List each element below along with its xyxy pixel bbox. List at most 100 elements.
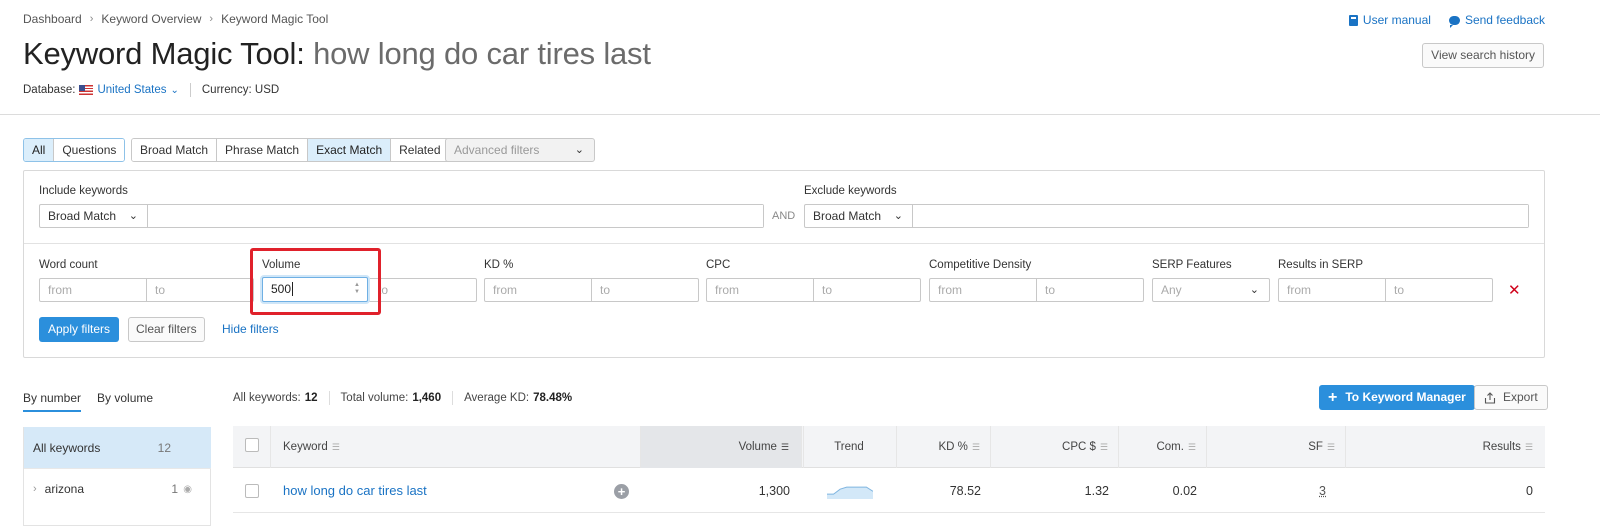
- exclude-keywords-input[interactable]: [913, 205, 1528, 227]
- hide-filters-link[interactable]: Hide filters: [222, 322, 279, 336]
- kd-to[interactable]: [591, 279, 698, 301]
- select-all-cell: [233, 426, 271, 468]
- include-keywords-input[interactable]: [148, 205, 763, 227]
- results-in-serp-label: Results in SERP: [1278, 259, 1364, 271]
- col-com[interactable]: Com. ☰: [1119, 426, 1207, 468]
- results-to[interactable]: [1385, 279, 1492, 301]
- to-keyword-manager-button[interactable]: + To Keyword Manager: [1319, 385, 1475, 410]
- serp-features-value: Any: [1161, 283, 1182, 297]
- chevron-down-icon: ⌄: [1249, 284, 1259, 296]
- database-value: United States: [97, 84, 167, 96]
- tab-by-number[interactable]: By number: [23, 391, 82, 412]
- serp-features-select[interactable]: Any ⌄: [1152, 278, 1270, 302]
- comp-density-to[interactable]: [1036, 279, 1143, 301]
- chevron-right-icon[interactable]: ›: [33, 483, 37, 495]
- kd-from[interactable]: [485, 279, 591, 301]
- word-count-label: Word count: [39, 259, 98, 271]
- col-label: Volume: [738, 441, 777, 454]
- col-sf[interactable]: SF ☰: [1207, 426, 1346, 468]
- divider: [328, 391, 330, 405]
- chevron-down-icon: ⌄: [893, 210, 903, 222]
- view-search-history-button[interactable]: View search history: [1422, 43, 1544, 68]
- trend-cell: [827, 469, 874, 513]
- breadcrumb: Dashboard › Keyword Overview › Keyword M…: [23, 12, 328, 26]
- word-count-from[interactable]: [40, 279, 146, 301]
- sf-link[interactable]: 3: [1319, 484, 1326, 498]
- sort-icon: ☰: [1099, 442, 1108, 452]
- total-volume-label: Total volume:: [340, 392, 409, 404]
- page-title: Keyword Magic Tool: how long do car tire…: [23, 36, 651, 72]
- export-button[interactable]: Export: [1474, 385, 1548, 410]
- results-from[interactable]: [1279, 279, 1385, 301]
- cpc-to[interactable]: [813, 279, 920, 301]
- breadcrumb-current: Keyword Magic Tool: [221, 12, 329, 26]
- group-all-keywords[interactable]: All keywords 12: [24, 427, 211, 468]
- select-all-checkbox[interactable]: [245, 438, 259, 452]
- grouping-tabs: By number By volume: [23, 391, 153, 412]
- send-feedback-link[interactable]: Send feedback: [1448, 13, 1545, 28]
- average-kd-label: Average KD:: [464, 392, 530, 404]
- comp-density-label: Competitive Density: [929, 259, 1032, 271]
- volume-to[interactable]: [369, 279, 476, 301]
- keyword-cell: how long do car tires last: [283, 469, 427, 513]
- col-label: Trend: [834, 441, 864, 453]
- tab-phrase-match[interactable]: Phrase Match: [217, 139, 309, 161]
- row-checkbox[interactable]: [245, 484, 259, 498]
- tab-all[interactable]: All: [24, 139, 55, 161]
- all-keywords-value: 12: [304, 392, 318, 404]
- keyword-link[interactable]: how long do car tires last: [283, 483, 427, 498]
- tab-broad-match[interactable]: Broad Match: [132, 139, 218, 161]
- breadcrumb-dashboard[interactable]: Dashboard: [23, 12, 82, 26]
- keyword-groups: All keywords 12 › arizona 1 ◉: [23, 427, 211, 526]
- col-keyword[interactable]: Keyword ☰: [271, 426, 641, 468]
- volume-cell: 1,300: [758, 484, 790, 498]
- database-selector[interactable]: United States ⌄: [97, 84, 178, 96]
- col-label: SF: [1308, 441, 1323, 454]
- title-prefix: Keyword Magic Tool:: [23, 36, 305, 71]
- trend-sparkline: [827, 486, 874, 499]
- divider: [189, 83, 191, 97]
- include-match-select[interactable]: Broad Match ⌄: [40, 205, 148, 227]
- sort-icon: ☰: [331, 442, 340, 452]
- tab-questions[interactable]: Questions: [54, 139, 125, 161]
- exclude-keywords-field: Broad Match ⌄: [804, 204, 1529, 228]
- comp-density-from[interactable]: [930, 279, 1036, 301]
- add-circle-icon[interactable]: +: [614, 484, 629, 499]
- results-in-serp-range: [1278, 278, 1493, 302]
- sort-icon: ☰: [1524, 442, 1533, 452]
- col-trend: Trend: [802, 426, 897, 468]
- include-match-value: Broad Match: [48, 209, 117, 223]
- kd-cell: 78.52: [949, 484, 981, 498]
- book-icon: [1348, 14, 1358, 26]
- col-volume[interactable]: Volume ☰: [641, 426, 802, 468]
- advanced-filters-label: Advanced filters: [454, 143, 540, 157]
- close-icon[interactable]: ✕: [1508, 281, 1521, 299]
- chat-bubble-icon: [1448, 15, 1460, 28]
- export-label: Export: [1503, 390, 1538, 404]
- sort-icon: ☰: [1326, 442, 1335, 452]
- clear-filters-button[interactable]: Clear filters: [128, 317, 205, 342]
- eye-icon[interactable]: ◉: [183, 484, 192, 495]
- apply-filters-button[interactable]: Apply filters: [39, 317, 120, 342]
- col-cpc[interactable]: CPC $ ☰: [991, 426, 1119, 468]
- user-manual-label: User manual: [1362, 13, 1431, 27]
- breadcrumb-keyword-overview[interactable]: Keyword Overview: [101, 12, 201, 26]
- highlight-box: [250, 248, 381, 315]
- average-kd-value: 78.48%: [533, 392, 573, 404]
- tab-exact-match[interactable]: Exact Match: [308, 139, 392, 161]
- tab-related[interactable]: Related: [391, 139, 449, 161]
- exclude-match-select[interactable]: Broad Match ⌄: [805, 205, 913, 227]
- tab-by-volume[interactable]: By volume: [97, 391, 153, 412]
- exclude-keywords-label: Exclude keywords: [804, 185, 897, 197]
- cpc-from[interactable]: [707, 279, 813, 301]
- user-manual-link[interactable]: User manual: [1348, 13, 1431, 27]
- top-links: User manual Send feedback: [1348, 13, 1545, 28]
- kd-range: [484, 278, 699, 302]
- match-type-tabs: Broad Match Phrase Match Exact Match Rel…: [131, 138, 450, 162]
- col-label: CPC $: [1062, 441, 1096, 454]
- word-count-to[interactable]: [146, 279, 253, 301]
- col-results[interactable]: Results ☰: [1346, 426, 1545, 468]
- advanced-filters-dropdown[interactable]: Advanced filters ⌄: [445, 138, 595, 162]
- col-kd[interactable]: KD % ☰: [897, 426, 991, 468]
- group-arizona[interactable]: › arizona 1 ◉: [24, 468, 211, 509]
